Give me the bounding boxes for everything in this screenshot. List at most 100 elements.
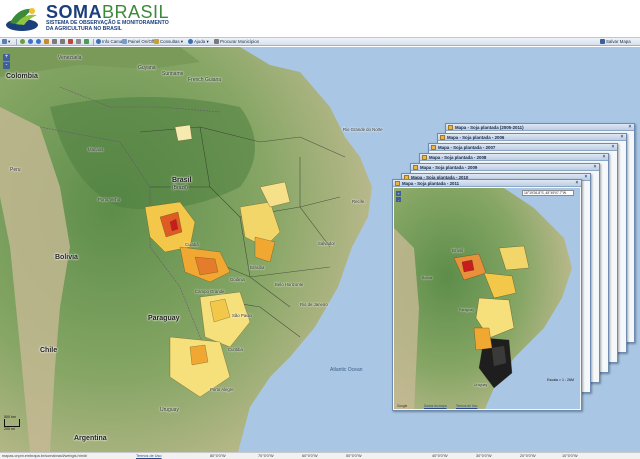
window-title: Mapa - Soja plantada - 2007	[438, 145, 496, 150]
dados-do-mapa-link[interactable]: Dados do mapa	[424, 404, 447, 408]
label-venezuela: Venezuela	[58, 55, 82, 61]
mini-scale-text: Escala = 1 : 26M	[547, 378, 574, 382]
consultas-menu-button[interactable]: Consultas ▾	[154, 38, 183, 46]
measure-button[interactable]	[68, 38, 74, 46]
painel-onoff-label: Painel On/Off	[128, 39, 155, 44]
window-title-bar[interactable]: Mapa - Soja plantada (2005-2011) ×	[446, 124, 634, 131]
scale-bar: 500 km 200 mi	[4, 415, 20, 431]
coord-tick-2: 60°0'0"W	[302, 454, 318, 458]
status-url: mapas.cnpm.embrapa.br/somabrasil/webgis.…	[2, 454, 87, 458]
map-window-icon	[395, 181, 400, 186]
window-title-bar[interactable]: Mapa - Soja plantada - 2011 ×	[393, 180, 581, 187]
forward-button[interactable]	[36, 38, 42, 46]
mini-zoom-in-button[interactable]: +	[396, 191, 401, 196]
window-title: Mapa - Soja plantada - 2006	[447, 135, 505, 140]
window-title: Mapa - Soja plantada (2005-2011)	[455, 125, 524, 130]
procurar-municipios-label: Procurar Municípios	[220, 39, 260, 44]
app-header: SOMABRASIL SISTEMA DE OBSERVAÇÃO E MONIT…	[0, 0, 640, 36]
zoom-in-button[interactable]: +	[3, 54, 10, 61]
main-map[interactable]: + - Colombia Venezuela Guyana Suriname F…	[0, 47, 640, 452]
window-soja-2011[interactable]: Mapa - Soja plantada - 2011 × + - 16°19'…	[392, 179, 582, 411]
brand-brasil: BRASIL	[102, 2, 170, 22]
ajuda-menu-button[interactable]: Ajuda ▾	[188, 38, 209, 46]
coordinate-readout: 16°19'26.8"S, 45°49'07.7"W	[522, 190, 574, 196]
close-icon[interactable]: ×	[627, 124, 633, 130]
procurar-municipios-button[interactable]: Procurar Municípios	[214, 38, 259, 46]
pan-button[interactable]	[44, 38, 50, 46]
window-title-bar[interactable]: Mapa - Soja plantada - 2007 ×	[429, 144, 617, 151]
consultas-label: Consultas	[160, 39, 180, 44]
mini-label-bolivia: Bolivia	[422, 276, 433, 280]
coord-tick-0: 80°0'0"W	[210, 454, 226, 458]
coord-tick-1: 70°0'0"W	[258, 454, 274, 458]
query-icon	[154, 39, 159, 45]
close-icon[interactable]: ×	[610, 144, 616, 150]
help-icon	[188, 39, 193, 45]
search-icon	[214, 39, 219, 45]
back-button[interactable]	[28, 38, 34, 46]
window-title-bar[interactable]: Mapa - Soja plantada - 2008 ×	[420, 154, 608, 161]
salvar-mapa-label: Salvar Mapa	[606, 39, 631, 44]
label-rio-de-janeiro: Rio de Janeiro	[300, 302, 328, 307]
mini-zoom-out-button[interactable]: -	[396, 197, 401, 202]
coord-tick-4: 40°0'0"W	[432, 454, 448, 458]
close-icon[interactable]: ×	[592, 164, 598, 170]
mini-basemap	[394, 188, 572, 409]
label-porto-velho: Porto Velho	[98, 197, 121, 202]
map-window-icon	[422, 155, 427, 160]
label-sao-paulo: São Paulo	[232, 313, 252, 318]
mini-label-brasil: Brasil	[452, 248, 464, 253]
mini-map[interactable]: + - 16°19'26.8"S, 45°49'07.7"W Brasil Bo…	[394, 188, 580, 409]
label-uruguay: Uruguay	[160, 407, 179, 413]
zoom-box-button[interactable]	[52, 38, 58, 46]
mini-label-uruguay: Uruguay	[474, 383, 488, 387]
salvar-mapa-button[interactable]: Salvar Mapa	[600, 38, 631, 46]
close-icon[interactable]: ×	[601, 154, 607, 160]
printer-icon	[76, 39, 81, 45]
painel-onoff-button[interactable]: Painel On/Off	[122, 38, 154, 46]
label-peru: Peru	[10, 167, 21, 173]
magnifier-minus-icon	[60, 39, 65, 45]
mini-terms-link[interactable]: Termos de Uso	[456, 404, 477, 408]
zoom-box-out-button[interactable]	[60, 38, 66, 46]
save-icon	[600, 39, 605, 45]
label-brasilia: Brasília	[250, 265, 265, 270]
label-goiania: Goiânia	[230, 277, 245, 282]
label-french-guiana: French Guiana	[188, 77, 222, 83]
info-icon	[96, 39, 101, 45]
close-icon[interactable]: ×	[619, 134, 625, 140]
brand-title: SOMABRASIL	[46, 3, 169, 21]
tagline-line-2: DA AGRICULTURA NO BRASIL	[46, 26, 122, 32]
layers-menu-button[interactable]: ▾	[2, 38, 10, 46]
window-title: Mapa - Soja plantada - 2008	[429, 155, 487, 160]
label-manaus: Manaus	[88, 147, 104, 152]
map-window-icon	[448, 125, 453, 130]
window-title-bar[interactable]: Mapa - Soja plantada - 2006 ×	[438, 134, 626, 141]
label-suriname: Suriname	[162, 71, 184, 77]
label-paraguay: Paraguay	[148, 315, 180, 322]
mini-google-logo: Google	[397, 404, 408, 408]
brand-soma: SOMA	[46, 2, 102, 22]
refresh-button[interactable]	[84, 38, 90, 46]
scale-bar-graphic	[4, 419, 20, 427]
scale-bottom-label: 200 mi	[4, 427, 15, 431]
label-belo-horizonte: Belo Horizonte	[275, 282, 304, 287]
ajuda-label: Ajuda	[194, 39, 206, 44]
label-rio-grande-do-norte: Rio Grande do Norte	[343, 127, 383, 132]
close-icon[interactable]: ×	[574, 180, 580, 186]
soma-logo-icon	[6, 8, 38, 31]
mini-map-footer: Google Dados do mapa Termos de Uso	[394, 399, 580, 409]
zoom-out-button[interactable]: -	[3, 62, 10, 69]
print-button[interactable]	[76, 38, 82, 46]
status-terms-link[interactable]: Termos de Uso	[136, 453, 162, 459]
label-recife: Recife	[352, 199, 365, 204]
label-atlantic: Atlantic Ocean	[330, 367, 363, 373]
label-campo-grande: Campo Grande	[195, 289, 225, 294]
window-title-bar[interactable]: Mapa - Soja plantada - 2009 ×	[411, 164, 599, 171]
close-icon[interactable]: ×	[583, 174, 589, 180]
zoom-control: + -	[3, 54, 10, 70]
mini-label-paraguay: Paraguay	[459, 308, 474, 312]
zoom-in-tool-button[interactable]	[20, 38, 26, 46]
label-porto-alegre: Porto Alegre	[210, 387, 234, 392]
label-colombia: Colombia	[6, 73, 38, 80]
